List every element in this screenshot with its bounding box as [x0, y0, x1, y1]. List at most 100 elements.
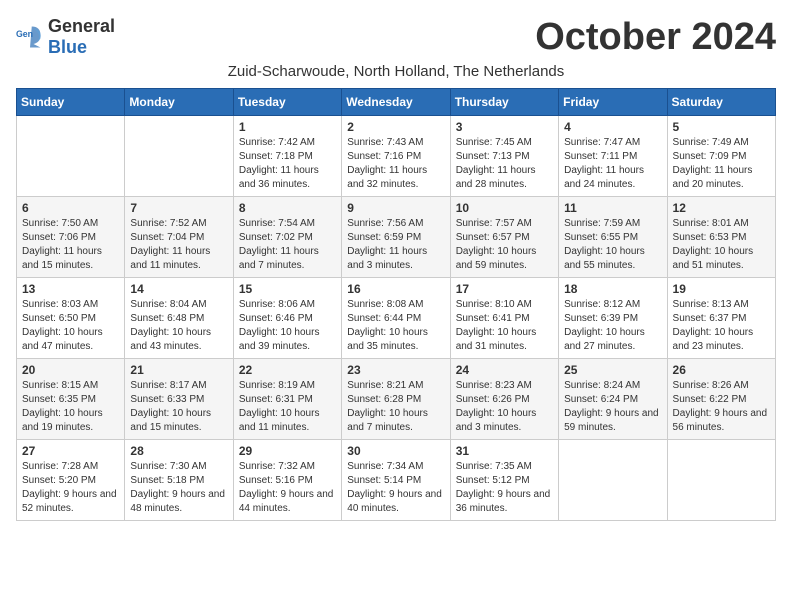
calendar-cell: 30Sunrise: 7:34 AM Sunset: 5:14 PM Dayli… — [342, 440, 450, 521]
day-number: 9 — [347, 201, 444, 215]
day-number: 18 — [564, 282, 661, 296]
day-info: Sunrise: 8:04 AM Sunset: 6:48 PM Dayligh… — [130, 298, 227, 354]
logo-icon: Gen — [16, 23, 44, 51]
day-info: Sunrise: 7:47 AM Sunset: 7:11 PM Dayligh… — [564, 136, 661, 192]
calendar-cell: 27Sunrise: 7:28 AM Sunset: 5:20 PM Dayli… — [17, 440, 125, 521]
col-monday: Monday — [125, 89, 233, 116]
day-number: 27 — [22, 444, 119, 458]
calendar-cell: 9 Sunrise: 7:56 AM Sunset: 6:59 PM Daylig… — [342, 197, 450, 278]
day-info: Sunrise: 7:34 AM Sunset: 5:14 PM Dayligh… — [347, 460, 444, 516]
calendar-cell: 24 Sunrise: 8:23 AM Sunset: 6:26 PM Dayli… — [450, 359, 558, 440]
calendar-cell: 31 Sunrise: 7:35 AM Sunset: 5:12 PM Dayli… — [450, 440, 558, 521]
day-info: Sunrise: 7:57 AM Sunset: 6:57 PM Dayligh… — [456, 217, 553, 273]
day-number: 17 — [456, 282, 553, 296]
calendar-cell: 11 Sunrise: 7:59 AM Sunset: 6:55 PM Dayli… — [559, 197, 667, 278]
day-number: 4 — [564, 120, 661, 134]
day-info: Sunrise: 7:59 AM Sunset: 6:55 PM Dayligh… — [564, 217, 661, 273]
day-info: Sunrise: 7:49 AM Sunset: 7:09 PM Dayligh… — [673, 136, 770, 192]
calendar-cell — [559, 440, 667, 521]
col-tuesday: Tuesday — [233, 89, 341, 116]
calendar-cell: 2 Sunrise: 7:43 AM Sunset: 7:16 PM Daylig… — [342, 116, 450, 197]
day-info: Sunrise: 8:06 AM Sunset: 6:46 PM Dayligh… — [239, 298, 336, 354]
month-title: October 2024 — [535, 16, 776, 59]
col-saturday: Saturday — [667, 89, 775, 116]
day-number: 14 — [130, 282, 227, 296]
calendar-cell: 1 Sunrise: 7:42 AM Sunset: 7:18 PM Daylig… — [233, 116, 341, 197]
calendar-cell: 28Sunrise: 7:30 AM Sunset: 5:18 PM Dayli… — [125, 440, 233, 521]
day-number: 10 — [456, 201, 553, 215]
calendar-cell — [667, 440, 775, 521]
day-number: 13 — [22, 282, 119, 296]
calendar-cell: 29Sunrise: 7:32 AM Sunset: 5:16 PM Dayli… — [233, 440, 341, 521]
day-info: Sunrise: 8:17 AM Sunset: 6:33 PM Dayligh… — [130, 379, 227, 435]
calendar-cell: 14 Sunrise: 8:04 AM Sunset: 6:48 PM Dayli… — [125, 278, 233, 359]
day-info: Sunrise: 8:01 AM Sunset: 6:53 PM Dayligh… — [673, 217, 770, 273]
day-info: Sunrise: 7:30 AM Sunset: 5:18 PM Dayligh… — [130, 460, 227, 516]
day-info: Sunrise: 8:24 AM Sunset: 6:24 PM Dayligh… — [564, 379, 661, 435]
day-info: Sunrise: 7:42 AM Sunset: 7:18 PM Dayligh… — [239, 136, 336, 192]
day-number: 29 — [239, 444, 336, 458]
day-number: 15 — [239, 282, 336, 296]
calendar-cell — [17, 116, 125, 197]
calendar-cell: 15 Sunrise: 8:06 AM Sunset: 6:46 PM Dayli… — [233, 278, 341, 359]
day-info: Sunrise: 8:19 AM Sunset: 6:31 PM Dayligh… — [239, 379, 336, 435]
day-number: 20 — [22, 363, 119, 377]
logo-blue: Blue — [48, 37, 87, 57]
day-number: 11 — [564, 201, 661, 215]
calendar-cell: 21 Sunrise: 8:17 AM Sunset: 6:33 PM Dayli… — [125, 359, 233, 440]
logo-text: General Blue — [48, 16, 115, 58]
day-info: Sunrise: 7:35 AM Sunset: 5:12 PM Dayligh… — [456, 460, 553, 516]
day-number: 19 — [673, 282, 770, 296]
calendar-cell: 3Sunrise: 7:45 AM Sunset: 7:13 PM Daylig… — [450, 116, 558, 197]
day-number: 22 — [239, 363, 336, 377]
calendar-header: Sunday Monday Tuesday Wednesday Thursday… — [17, 89, 776, 116]
col-sunday: Sunday — [17, 89, 125, 116]
calendar-cell: 13 Sunrise: 8:03 AM Sunset: 6:50 PM Dayli… — [17, 278, 125, 359]
day-number: 21 — [130, 363, 227, 377]
calendar-subtitle: Zuid-Scharwoude, North Holland, The Neth… — [16, 63, 776, 80]
day-number: 16 — [347, 282, 444, 296]
calendar-cell: 4 Sunrise: 7:47 AM Sunset: 7:11 PM Daylig… — [559, 116, 667, 197]
day-info: Sunrise: 7:43 AM Sunset: 7:16 PM Dayligh… — [347, 136, 444, 192]
calendar-cell: 7 Sunrise: 7:52 AM Sunset: 7:04 PM Daylig… — [125, 197, 233, 278]
calendar-body: 1 Sunrise: 7:42 AM Sunset: 7:18 PM Daylig… — [17, 116, 776, 521]
day-info: Sunrise: 7:52 AM Sunset: 7:04 PM Dayligh… — [130, 217, 227, 273]
calendar-cell: 18 Sunrise: 8:12 AM Sunset: 6:39 PM Dayli… — [559, 278, 667, 359]
day-number: 12 — [673, 201, 770, 215]
day-info: Sunrise: 8:03 AM Sunset: 6:50 PM Dayligh… — [22, 298, 119, 354]
calendar-week-1: 1 Sunrise: 7:42 AM Sunset: 7:18 PM Daylig… — [17, 116, 776, 197]
day-number: 6 — [22, 201, 119, 215]
header-row: Sunday Monday Tuesday Wednesday Thursday… — [17, 89, 776, 116]
header: Gen General Blue October 2024 — [16, 16, 776, 59]
day-info: Sunrise: 8:21 AM Sunset: 6:28 PM Dayligh… — [347, 379, 444, 435]
day-number: 5 — [673, 120, 770, 134]
calendar-cell: 26Sunrise: 8:26 AM Sunset: 6:22 PM Dayli… — [667, 359, 775, 440]
calendar-cell: 19Sunrise: 8:13 AM Sunset: 6:37 PM Dayli… — [667, 278, 775, 359]
calendar-cell: 17 Sunrise: 8:10 AM Sunset: 6:41 PM Dayli… — [450, 278, 558, 359]
calendar-week-2: 6Sunrise: 7:50 AM Sunset: 7:06 PM Daylig… — [17, 197, 776, 278]
day-info: Sunrise: 8:15 AM Sunset: 6:35 PM Dayligh… — [22, 379, 119, 435]
calendar-cell: 5 Sunrise: 7:49 AM Sunset: 7:09 PM Daylig… — [667, 116, 775, 197]
day-info: Sunrise: 8:08 AM Sunset: 6:44 PM Dayligh… — [347, 298, 444, 354]
calendar-cell: 10 Sunrise: 7:57 AM Sunset: 6:57 PM Dayli… — [450, 197, 558, 278]
day-info: Sunrise: 8:10 AM Sunset: 6:41 PM Dayligh… — [456, 298, 553, 354]
col-thursday: Thursday — [450, 89, 558, 116]
day-info: Sunrise: 7:56 AM Sunset: 6:59 PM Dayligh… — [347, 217, 444, 273]
logo: Gen General Blue — [16, 16, 115, 58]
calendar-cell: 12 Sunrise: 8:01 AM Sunset: 6:53 PM Dayli… — [667, 197, 775, 278]
day-number: 26 — [673, 363, 770, 377]
day-number: 7 — [130, 201, 227, 215]
day-number: 3 — [456, 120, 553, 134]
day-number: 2 — [347, 120, 444, 134]
day-number: 24 — [456, 363, 553, 377]
day-number: 1 — [239, 120, 336, 134]
col-wednesday: Wednesday — [342, 89, 450, 116]
day-info: Sunrise: 8:23 AM Sunset: 6:26 PM Dayligh… — [456, 379, 553, 435]
day-number: 31 — [456, 444, 553, 458]
calendar-cell: 8Sunrise: 7:54 AM Sunset: 7:02 PM Daylig… — [233, 197, 341, 278]
day-number: 23 — [347, 363, 444, 377]
calendar-week-4: 20 Sunrise: 8:15 AM Sunset: 6:35 PM Dayli… — [17, 359, 776, 440]
logo-general: General — [48, 16, 115, 36]
day-info: Sunrise: 8:12 AM Sunset: 6:39 PM Dayligh… — [564, 298, 661, 354]
calendar-cell: 25Sunrise: 8:24 AM Sunset: 6:24 PM Dayli… — [559, 359, 667, 440]
